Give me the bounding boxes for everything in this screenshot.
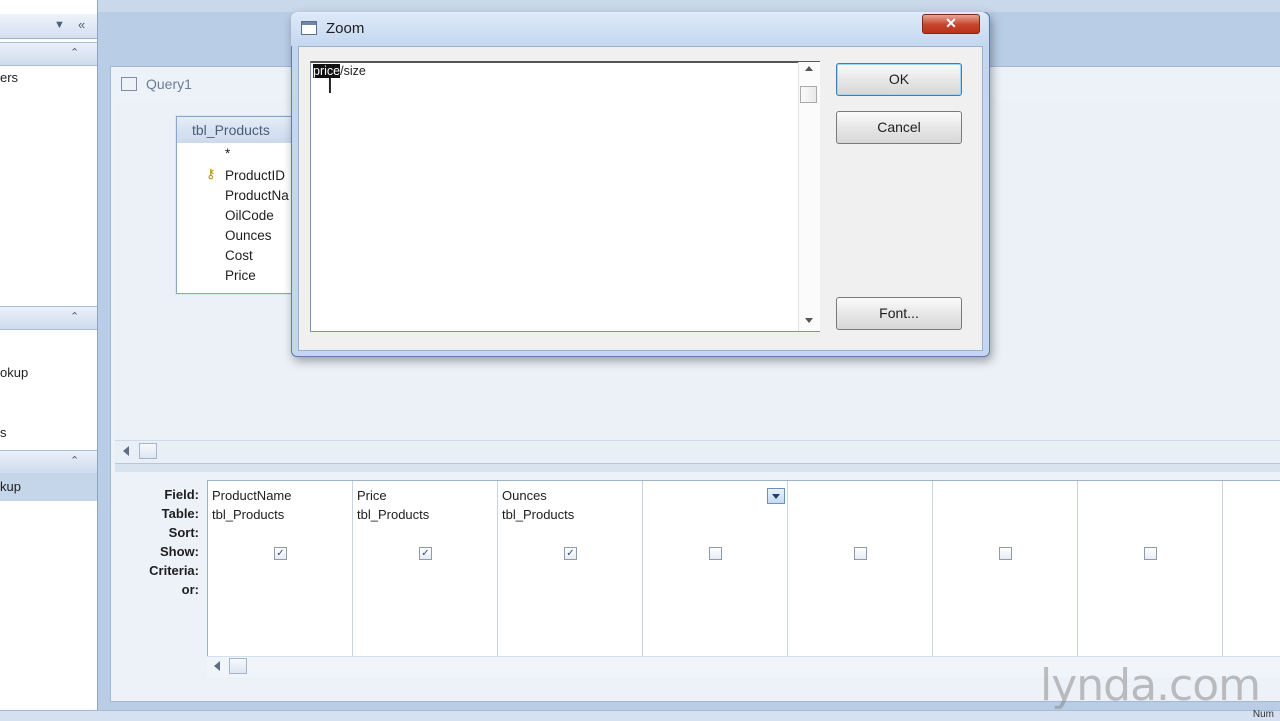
zoom-dialog-titlebar[interactable] (291, 12, 988, 46)
unselected-text: /size (340, 64, 366, 78)
shutter-bar-close-icon[interactable]: « (78, 17, 85, 32)
text-cursor-icon: I (327, 74, 333, 98)
query-design-grid: ProductName tbl_Products ✓ Price tbl_Pro… (207, 480, 1280, 657)
navigation-pane (0, 0, 98, 720)
nav-item-label: kup (0, 479, 21, 494)
ok-button[interactable]: OK (836, 63, 962, 96)
primary-key-icon: ⚷ (206, 166, 216, 181)
field-list-item[interactable]: Ounces (225, 228, 272, 243)
query-icon (121, 77, 137, 91)
show-checkbox[interactable] (709, 547, 722, 560)
design-horizontal-scrollbar[interactable] (115, 440, 1280, 463)
collapse-group-icon[interactable]: ⌃ (70, 310, 79, 323)
table-cell[interactable]: tbl_Products (212, 507, 284, 522)
table-cell[interactable]: tbl_Products (357, 507, 429, 522)
field-cell[interactable]: Price (357, 488, 387, 503)
grid-column: Ounces tbl_Products ✓ (498, 481, 643, 657)
show-checkbox[interactable]: ✓ (419, 547, 432, 560)
status-bar (0, 710, 1280, 721)
nav-item-selected[interactable]: kup (0, 473, 97, 501)
zoom-dialog-title: Zoom (326, 20, 365, 37)
scrollbar-thumb[interactable] (139, 443, 157, 459)
scroll-left-icon[interactable] (214, 661, 220, 671)
show-checkbox[interactable] (854, 547, 867, 560)
nav-group-header[interactable]: ⌃ (0, 450, 97, 474)
zoom-vertical-scrollbar[interactable] (798, 62, 820, 331)
font-button[interactable]: Font... (836, 297, 962, 330)
scrollbar-thumb[interactable] (800, 86, 817, 103)
scrollbar-thumb[interactable] (229, 658, 247, 674)
row-label-show: Show: (160, 544, 199, 559)
field-list-item[interactable]: ProductID (225, 168, 285, 183)
field-dropdown-button[interactable] (767, 488, 785, 504)
chevron-down-icon[interactable]: ▼ (54, 19, 65, 31)
field-list-item[interactable]: * (225, 146, 230, 161)
dialog-window-icon (301, 21, 317, 35)
grid-column (788, 481, 933, 657)
row-label-field: Field: (164, 487, 199, 502)
query-title: Query1 (146, 76, 192, 92)
collapse-group-icon[interactable]: ⌃ (70, 46, 79, 59)
field-cell[interactable]: ProductName (212, 488, 291, 503)
nav-pane-header[interactable]: ▼ « (0, 14, 97, 39)
zoom-expression-text[interactable]: price/size (313, 64, 366, 78)
nav-group-header[interactable]: ⌃ (0, 306, 97, 330)
field-list-item[interactable]: OilCode (225, 208, 274, 223)
field-list-item[interactable]: Price (225, 268, 256, 283)
close-button[interactable]: ✕ (922, 14, 980, 34)
nav-item[interactable]: okup (0, 365, 28, 380)
field-list-item[interactable]: Cost (225, 248, 253, 263)
table-cell[interactable]: tbl_Products (502, 507, 574, 522)
grid-column (643, 481, 788, 657)
grid-column: ProductName tbl_Products ✓ (208, 481, 353, 657)
grid-column: Price tbl_Products ✓ (353, 481, 498, 657)
field-cell[interactable]: Ounces (502, 488, 547, 503)
show-checkbox[interactable]: ✓ (274, 547, 287, 560)
collapse-group-icon[interactable]: ⌃ (70, 454, 79, 467)
scroll-left-icon[interactable] (123, 446, 129, 456)
row-label-or: or: (181, 582, 199, 597)
scroll-down-icon[interactable] (805, 318, 813, 323)
zoom-text-area[interactable] (310, 61, 820, 332)
nav-item[interactable]: ers (0, 70, 18, 85)
show-checkbox[interactable]: ✓ (564, 547, 577, 560)
row-label-sort: Sort: (168, 525, 199, 540)
nav-item[interactable]: s (0, 425, 7, 440)
field-list-item[interactable]: ProductNa (225, 188, 289, 203)
show-checkbox[interactable] (1144, 547, 1157, 560)
row-label-table: Table: (161, 506, 199, 521)
cancel-button[interactable]: Cancel (836, 111, 962, 144)
row-label-criteria: Criteria: (149, 563, 199, 578)
scroll-up-icon[interactable] (805, 66, 813, 71)
nav-group-header[interactable]: ⌃ (0, 42, 97, 66)
grid-column (1078, 481, 1223, 657)
field-list-title[interactable]: tbl_Products (177, 117, 295, 143)
watermark-logo: lynda.com (1039, 660, 1261, 711)
grid-column (933, 481, 1078, 657)
show-checkbox[interactable] (999, 547, 1012, 560)
query-tab[interactable]: Query1 (118, 72, 298, 96)
